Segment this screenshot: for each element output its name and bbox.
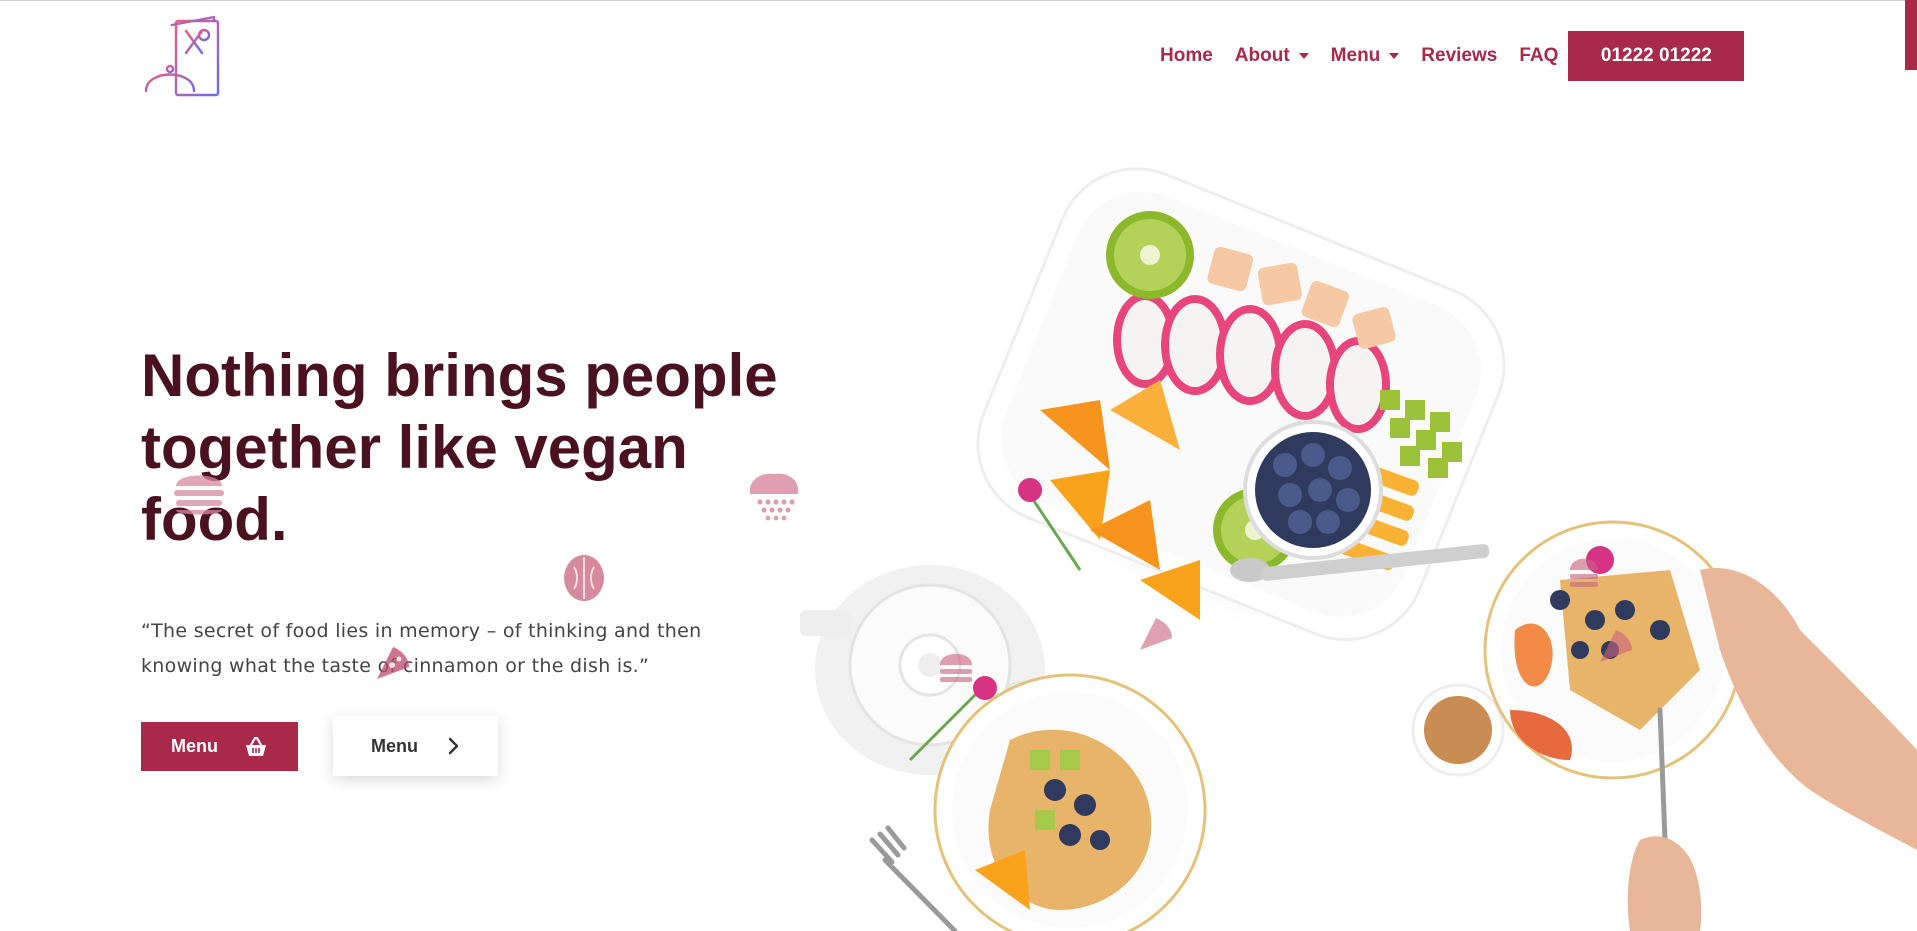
burger-deco-icon — [174, 475, 224, 515]
hero-headline: Nothing brings people together like vega… — [141, 340, 781, 556]
nav-home[interactable]: Home — [1160, 45, 1213, 67]
hero-quote: “The secret of food lies in memory – of … — [141, 614, 761, 684]
menu-primary-label: Menu — [171, 736, 218, 756]
headline-line: Nothing brings people — [141, 342, 778, 409]
site-logo[interactable] — [140, 15, 228, 99]
top-border — [0, 0, 1917, 1]
phone-button[interactable]: 01222 01222 — [1568, 31, 1745, 81]
restaurant-cloche-menu-icon — [140, 15, 220, 97]
nav-about-label: About — [1234, 45, 1290, 66]
nav-faq[interactable]: FAQ — [1519, 45, 1558, 67]
menu-primary-button[interactable]: Menu — [141, 722, 298, 771]
hand-bottom — [1627, 836, 1702, 931]
chevron-right-icon — [448, 737, 459, 755]
basket-icon — [246, 736, 266, 756]
blueberry-bowl — [1243, 420, 1383, 560]
nav-about[interactable]: About — [1235, 45, 1309, 67]
food-table-illustration — [800, 167, 1917, 931]
walnut-deco-icon — [564, 555, 604, 601]
nav-reviews[interactable]: Reviews — [1421, 45, 1497, 67]
caret-down-icon — [1298, 53, 1309, 59]
headline-line: food. — [141, 486, 288, 553]
edge-accent-bar — [1905, 0, 1917, 70]
nav-home-label: Home — [1160, 45, 1213, 66]
coffee-cup — [1411, 683, 1505, 777]
quote-line: “The secret of food lies in memory – of … — [141, 620, 702, 642]
nav-menu[interactable]: Menu — [1331, 45, 1400, 67]
menu-secondary-button[interactable]: Menu — [333, 716, 498, 776]
hand-right — [1700, 568, 1917, 850]
menu-secondary-label: Menu — [371, 735, 418, 756]
pancake-plate — [933, 673, 1207, 931]
headline-line: together like vegan — [141, 414, 688, 481]
pizza-deco-icon — [377, 647, 409, 679]
caret-down-icon — [1389, 53, 1400, 59]
nav-reviews-label: Reviews — [1421, 45, 1498, 66]
nav-faq-label: FAQ — [1519, 45, 1559, 66]
nav-menu-label: Menu — [1330, 45, 1381, 66]
main-nav: Home About Menu Reviews FAQ 01222 01222 — [1160, 31, 1745, 81]
phone-label: 01222 01222 — [1600, 45, 1712, 66]
